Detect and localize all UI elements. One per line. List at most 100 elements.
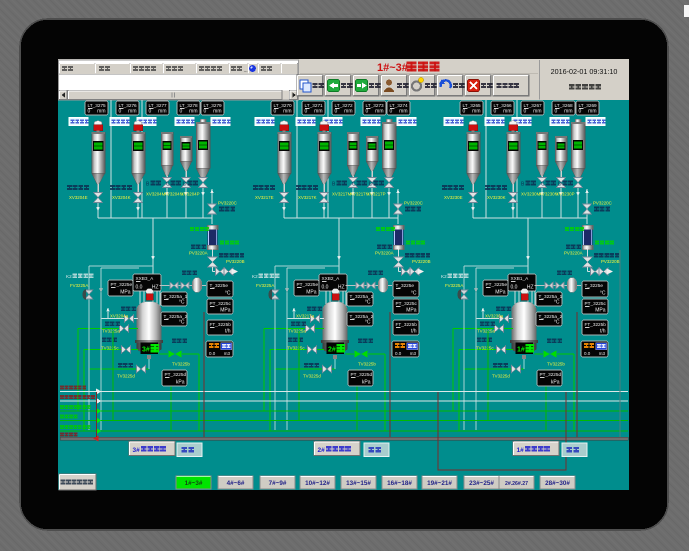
svg-text:FT_3225b: FT_3225b bbox=[396, 322, 418, 327]
svg-text:mm: mm bbox=[564, 109, 572, 115]
svg-text:XV3230K: XV3230K bbox=[487, 195, 506, 200]
svg-text:T_3225a_1: T_3225a_1 bbox=[350, 294, 374, 299]
svg-text:t/h: t/h bbox=[411, 329, 417, 335]
svg-text:C: C bbox=[352, 182, 356, 188]
svg-text:TV3225d: TV3225d bbox=[303, 374, 321, 379]
svg-text:XV3217E: XV3217E bbox=[255, 195, 274, 200]
svg-text:XV3217N: XV3217N bbox=[350, 192, 369, 197]
svg-text:0.0: 0.0 bbox=[511, 285, 518, 291]
svg-text:PV3220C: PV3220C bbox=[593, 201, 612, 206]
svg-text:0: 0 bbox=[180, 109, 183, 115]
svg-text:kPa: kPa bbox=[362, 380, 371, 386]
svg-text:2#.26#.27: 2#.26#.27 bbox=[505, 481, 528, 487]
svg-text:LT_3276: LT_3276 bbox=[119, 103, 138, 108]
svg-text:PV3220A: PV3220A bbox=[564, 251, 583, 256]
svg-text:MPa: MPa bbox=[120, 290, 131, 296]
svg-text:mm: mm bbox=[189, 109, 197, 115]
svg-text:1#~3#: 1#~3# bbox=[185, 480, 203, 487]
svg-text:13#~15#: 13#~15# bbox=[346, 480, 371, 487]
svg-text:PV3220B: PV3220B bbox=[412, 259, 431, 264]
svg-text:K2: K2 bbox=[252, 274, 258, 279]
svg-text:PT_3225d: PT_3225d bbox=[351, 372, 373, 377]
svg-text:PT_3225c: PT_3225c bbox=[210, 301, 232, 306]
svg-text:LT_3279: LT_3279 bbox=[204, 103, 223, 108]
svg-text:mm: mm bbox=[472, 109, 480, 115]
svg-text:LT_3265: LT_3265 bbox=[463, 103, 482, 108]
svg-text:kPa: kPa bbox=[551, 380, 560, 386]
svg-text:0.0: 0.0 bbox=[209, 351, 216, 356]
svg-text:0: 0 bbox=[149, 109, 152, 115]
svg-text:XXB1_A: XXB1_A bbox=[511, 276, 530, 281]
svg-text:XXB2_A: XXB2_A bbox=[322, 276, 341, 281]
svg-text:0.0: 0.0 bbox=[136, 285, 143, 291]
svg-text:mm: mm bbox=[128, 109, 136, 115]
svg-text:0: 0 bbox=[274, 109, 277, 115]
svg-text:XV3204a: XV3204a bbox=[110, 314, 129, 319]
svg-text:10#~12#: 10#~12# bbox=[305, 480, 330, 487]
svg-text:0: 0 bbox=[463, 109, 466, 115]
svg-text:23#~25#: 23#~25# bbox=[469, 480, 494, 487]
svg-text:LT_3273: LT_3273 bbox=[366, 103, 385, 108]
svg-text:°C: °C bbox=[554, 320, 560, 326]
svg-text:°C: °C bbox=[554, 300, 560, 306]
svg-text:0: 0 bbox=[524, 109, 527, 115]
svg-text:mm: mm bbox=[375, 109, 383, 115]
svg-text:t/h: t/h bbox=[600, 329, 606, 335]
svg-text:XXB3_A: XXB3_A bbox=[136, 276, 155, 281]
svg-text:t/h: t/h bbox=[225, 329, 231, 335]
svg-text:PT_3225e: PT_3225e bbox=[297, 282, 319, 287]
svg-text:7#~9#: 7#~9# bbox=[269, 480, 287, 487]
svg-text:°C: °C bbox=[179, 320, 185, 326]
svg-text:TV3225a: TV3225a bbox=[102, 329, 120, 334]
svg-text:FV3225A: FV3225A bbox=[256, 283, 274, 288]
svg-text:TV3225c: TV3225c bbox=[476, 346, 494, 351]
svg-text:MPa: MPa bbox=[306, 290, 317, 296]
svg-text:2016-02-01 09:31:10: 2016-02-01 09:31:10 bbox=[551, 67, 618, 76]
svg-text:HZ: HZ bbox=[152, 285, 159, 291]
svg-text:2#: 2# bbox=[328, 347, 336, 354]
svg-text:XV3204P: XV3204P bbox=[181, 192, 200, 197]
svg-text:PV3220B: PV3220B bbox=[601, 259, 620, 264]
svg-text:PT_3225d: PT_3225d bbox=[540, 372, 562, 377]
svg-text:T_3225a_2: T_3225a_2 bbox=[539, 314, 563, 319]
svg-text:PT_3225c: PT_3225c bbox=[396, 301, 418, 306]
svg-text:C: C bbox=[166, 182, 170, 188]
svg-text:MPa: MPa bbox=[495, 290, 506, 296]
svg-text:0: 0 bbox=[494, 109, 497, 115]
svg-text:0: 0 bbox=[579, 109, 582, 115]
svg-text:HZ: HZ bbox=[338, 285, 345, 291]
svg-text:MPa: MPa bbox=[595, 308, 606, 314]
svg-text:mm: mm bbox=[213, 109, 221, 115]
svg-text:°C: °C bbox=[179, 300, 185, 306]
svg-text:0: 0 bbox=[390, 109, 393, 115]
svg-text:m3: m3 bbox=[224, 351, 231, 356]
svg-text:...: ... bbox=[244, 68, 248, 74]
svg-text:T_3225e: T_3225e bbox=[210, 283, 229, 288]
svg-text:FT_3225b: FT_3225b bbox=[210, 322, 232, 327]
svg-text:3#: 3# bbox=[142, 347, 150, 354]
svg-text:°C: °C bbox=[365, 320, 371, 326]
svg-text:XV3230P: XV3230P bbox=[556, 192, 575, 197]
svg-text:XV3217K: XV3217K bbox=[298, 195, 317, 200]
svg-text:T_3225e: T_3225e bbox=[585, 283, 604, 288]
svg-text:XV3217a: XV3217a bbox=[296, 314, 315, 319]
svg-text:mm: mm bbox=[588, 109, 596, 115]
svg-text:1#: 1# bbox=[517, 347, 525, 354]
svg-text:XV3204N: XV3204N bbox=[164, 192, 183, 197]
svg-text:1#: 1# bbox=[517, 447, 525, 454]
svg-text:XV3217M: XV3217M bbox=[332, 192, 352, 197]
svg-text:LT_3270: LT_3270 bbox=[274, 103, 293, 108]
svg-text:D: D bbox=[369, 182, 373, 188]
svg-text:FV3225A: FV3225A bbox=[445, 283, 463, 288]
svg-text:TV3225d: TV3225d bbox=[492, 374, 510, 379]
svg-text:mm: mm bbox=[533, 109, 541, 115]
svg-text:XV3230E: XV3230E bbox=[444, 195, 463, 200]
svg-text:MPa: MPa bbox=[220, 308, 231, 314]
svg-text:PV3220B: PV3220B bbox=[226, 259, 245, 264]
svg-text:TV3225b: TV3225b bbox=[547, 362, 565, 367]
svg-text:0.0: 0.0 bbox=[322, 285, 329, 291]
svg-text:T_3225a_1: T_3225a_1 bbox=[539, 294, 563, 299]
svg-text:°C: °C bbox=[225, 291, 231, 297]
svg-text:PV3220A: PV3220A bbox=[189, 251, 208, 256]
svg-text:C: C bbox=[541, 182, 545, 188]
